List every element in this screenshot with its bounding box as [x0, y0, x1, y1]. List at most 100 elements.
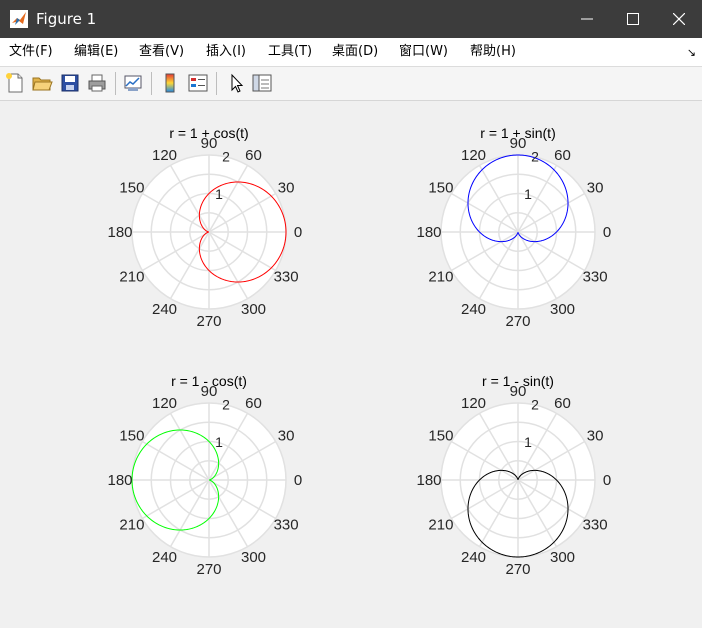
polar-plot-3: 120306090120150180210240270300330r = 1 -… — [107, 373, 302, 578]
theta-tick-label: 180 — [416, 472, 441, 489]
open-button[interactable] — [31, 72, 53, 94]
r-tick-label: 2 — [531, 148, 539, 164]
theta-tick-label: 210 — [119, 269, 144, 286]
r-tick-label: 2 — [531, 396, 539, 412]
theta-tick-label: 330 — [583, 269, 608, 286]
figure-plot-area: 120306090120150180210240270300330r = 1 +… — [107, 125, 611, 578]
polar-plot-4: 120306090120150180210240270300330r = 1 -… — [416, 373, 611, 578]
theta-tick-label: 0 — [603, 472, 611, 489]
plot-title: r = 1 + sin(t) — [480, 125, 555, 141]
link-plot-button[interactable] — [122, 72, 144, 94]
theta-tick-label: 120 — [461, 395, 486, 412]
theta-tick-label: 180 — [107, 472, 132, 489]
theta-tick-label: 0 — [603, 224, 611, 241]
insert-colorbar-button[interactable] — [159, 72, 181, 94]
theta-tick-label: 270 — [505, 561, 530, 578]
menu-file[interactable]: 文件(F) — [9, 44, 53, 60]
theta-tick-label: 180 — [107, 224, 132, 241]
menu-tools[interactable]: 工具(T) — [268, 44, 312, 60]
toolbar-separator — [216, 72, 217, 95]
r-tick-label: 2 — [222, 396, 230, 412]
polar-plot-2: 120306090120150180210240270300330r = 1 +… — [416, 125, 611, 330]
plot-title: r = 1 - cos(t) — [171, 373, 247, 389]
figure-canvas: 1 2 0 30 60 90 120 150 180 210 240 270 300 330 r = 1 +… — [0, 101, 702, 628]
theta-tick-label: 120 — [461, 147, 486, 164]
property-inspector-button[interactable] — [251, 72, 273, 94]
overflow-arrow-icon[interactable]: ↘ — [687, 46, 696, 59]
theta-tick-label: 120 — [152, 395, 177, 412]
theta-tick-label: 210 — [119, 517, 144, 534]
theta-tick-label: 150 — [119, 180, 144, 197]
theta-tick-label: 30 — [587, 428, 604, 445]
insert-legend-icon — [188, 74, 208, 92]
theta-tick-label: 300 — [550, 301, 575, 318]
menu-insert[interactable]: 插入(I) — [206, 44, 246, 60]
theta-tick-label: 30 — [278, 428, 295, 445]
toolbar-separator — [115, 72, 116, 95]
theta-tick-label: 0 — [294, 472, 302, 489]
menu-help[interactable]: 帮助(H) — [470, 44, 516, 60]
r-tick-label: 1 — [524, 186, 532, 202]
toolbar — [0, 67, 702, 101]
theta-tick-label: 60 — [554, 395, 571, 412]
menu-window[interactable]: 窗口(W) — [399, 44, 448, 60]
theta-tick-label: 60 — [245, 395, 262, 412]
link-plot-icon — [124, 75, 142, 91]
theta-tick-label: 150 — [119, 428, 144, 445]
open-folder-icon — [32, 77, 53, 91]
theta-tick-label: 300 — [241, 549, 266, 566]
theta-tick-label: 30 — [587, 180, 604, 197]
theta-tick-label: 330 — [583, 517, 608, 534]
theta-tick-label: 30 — [278, 180, 295, 197]
insert-legend-button[interactable] — [187, 72, 209, 94]
theta-tick-label: 210 — [428, 269, 453, 286]
theta-tick-label: 330 — [274, 269, 299, 286]
menu-desktop[interactable]: 桌面(D) — [332, 44, 378, 60]
menu-view[interactable]: 查看(V) — [139, 44, 184, 60]
theta-tick-label: 60 — [245, 147, 262, 164]
menu-bar: 文件(F) 编辑(E) 查看(V) 插入(I) 工具(T) 桌面(D) 窗口(W… — [0, 38, 702, 67]
menu-edit[interactable]: 编辑(E) — [74, 44, 118, 60]
theta-tick-label: 150 — [428, 180, 453, 197]
window-title: Figure 1 — [36, 10, 97, 28]
r-tick-label: 2 — [222, 148, 230, 164]
polar-plot-1: 120306090120150180210240270300330r = 1 +… — [107, 125, 302, 330]
theta-tick-label: 240 — [152, 301, 177, 318]
theta-tick-label: 270 — [196, 561, 221, 578]
theta-tick-label: 210 — [428, 517, 453, 534]
property-inspector-icon — [252, 74, 272, 92]
new-figure-button[interactable] — [4, 72, 26, 94]
theta-tick-label: 330 — [274, 517, 299, 534]
plot-title: r = 1 - sin(t) — [482, 373, 554, 389]
theta-tick-label: 60 — [554, 147, 571, 164]
theta-tick-label: 240 — [152, 549, 177, 566]
theta-tick-label: 270 — [505, 313, 530, 330]
close-button[interactable] — [656, 0, 702, 38]
matlab-icon — [10, 10, 28, 28]
close-icon — [673, 13, 685, 25]
theta-tick-label: 240 — [461, 549, 486, 566]
theta-tick-label: 150 — [428, 428, 453, 445]
r-tick-label: 1 — [524, 434, 532, 450]
theta-tick-label: 180 — [416, 224, 441, 241]
theta-tick-label: 300 — [241, 301, 266, 318]
save-icon — [61, 74, 79, 92]
insert-colorbar-icon — [165, 73, 175, 93]
theta-tick-label: 240 — [461, 301, 486, 318]
maximize-button[interactable] — [610, 0, 656, 38]
title-bar: Figure 1 — [0, 0, 702, 38]
save-button[interactable] — [59, 72, 81, 94]
maximize-icon — [627, 13, 639, 25]
print-icon — [88, 74, 106, 92]
edit-plot-button[interactable] — [225, 72, 247, 94]
r-tick-label: 1 — [215, 434, 223, 450]
toolbar-separator — [151, 72, 152, 95]
edit-plot-arrow-icon — [231, 73, 244, 93]
theta-tick-label: 300 — [550, 549, 575, 566]
new-figure-icon — [6, 73, 23, 93]
plot-title: r = 1 + cos(t) — [169, 125, 248, 141]
minimize-icon — [581, 18, 593, 20]
theta-tick-label: 0 — [294, 224, 302, 241]
minimize-button[interactable] — [564, 0, 610, 38]
print-button[interactable] — [86, 72, 108, 94]
